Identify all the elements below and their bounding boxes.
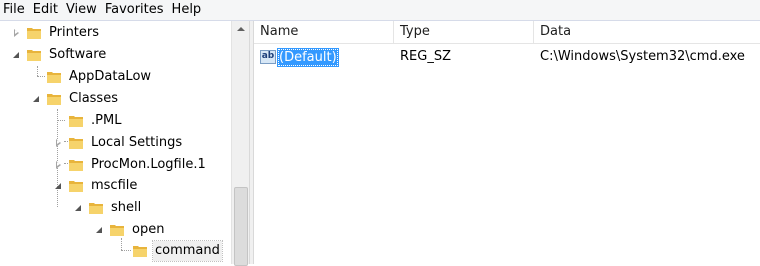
column-header-name[interactable]: Name (254, 21, 394, 43)
tree-node-pml[interactable]: .PML (68, 110, 123, 131)
tree-node-label: open (132, 221, 165, 237)
collapse-arrow-icon[interactable] (12, 50, 22, 60)
folder-icon (110, 224, 124, 236)
tree-guide (37, 76, 45, 77)
tree-node-printers[interactable]: Printers (12, 22, 101, 43)
column-header-data[interactable]: Data (534, 21, 760, 43)
expand-arrow-icon[interactable] (54, 138, 64, 148)
values-list[interactable]: Name Type Data ab (Default) REG_SZ C:\Wi… (254, 21, 760, 264)
tree-node-label: Software (49, 46, 107, 62)
collapse-arrow-icon[interactable] (54, 181, 64, 191)
tree-node-appdatalow[interactable]: AppDataLow (46, 66, 153, 87)
tree-node-label: Classes (69, 90, 118, 106)
tree-node-shell[interactable]: shell (74, 197, 143, 218)
tree-node-open[interactable]: open (95, 219, 166, 240)
tree-node-mscfile[interactable]: mscfile (54, 175, 139, 196)
tree-node-classes[interactable]: Classes (32, 88, 120, 109)
folder-icon (69, 137, 83, 149)
folder-icon (133, 245, 147, 257)
tree-node-label: mscfile (91, 177, 138, 193)
menu-edit[interactable]: Edit (29, 0, 62, 20)
tree-node-label: Printers (49, 24, 100, 40)
tree-node-local-settings[interactable]: Local Settings (54, 132, 184, 153)
value-type-cell: REG_SZ (400, 49, 451, 64)
tree-node-command[interactable]: command (132, 239, 223, 262)
folder-icon (47, 71, 61, 83)
folder-icon (27, 27, 41, 39)
value-data-cell: C:\Windows\System32\cmd.exe (540, 49, 745, 64)
tree-node-procmon-logfile[interactable]: ProcMon.Logfile.1 (54, 154, 208, 175)
expand-arrow-icon[interactable] (54, 160, 64, 170)
collapse-arrow-icon[interactable] (95, 225, 105, 235)
reg-string-icon: ab (260, 50, 276, 64)
scrollbar-thumb[interactable] (234, 187, 248, 266)
collapse-arrow-icon[interactable] (32, 94, 42, 104)
folder-icon (47, 93, 61, 105)
collapse-arrow-icon[interactable] (74, 203, 84, 213)
tree-guide (37, 66, 38, 76)
tree-node-label: Local Settings (91, 134, 183, 150)
tree-node-label: command (152, 239, 223, 262)
column-header-type[interactable]: Type (394, 21, 534, 43)
tree-node-label: AppDataLow (69, 68, 152, 84)
scroll-up-arrow-icon[interactable] (232, 21, 249, 38)
menu-bar: File Edit View Favorites Help (0, 0, 760, 21)
folder-icon (27, 49, 41, 61)
tree-guide (121, 250, 131, 251)
tree-node-software[interactable]: Software (12, 44, 108, 65)
tree-guide (57, 120, 65, 121)
value-name-cell[interactable]: (Default) (277, 48, 339, 67)
folder-icon (69, 159, 83, 171)
tree-scrollbar[interactable] (231, 21, 249, 266)
folder-icon (89, 202, 103, 214)
menu-help[interactable]: Help (168, 0, 206, 20)
folder-icon (69, 180, 83, 192)
expand-arrow-icon[interactable] (12, 28, 22, 38)
tree-node-label: ProcMon.Logfile.1 (91, 156, 206, 172)
menu-favorites[interactable]: Favorites (101, 0, 168, 20)
menu-file[interactable]: File (0, 0, 29, 20)
menu-view[interactable]: View (62, 0, 101, 20)
registry-tree[interactable]: Printers Software AppDataLow Classes .PM… (0, 21, 249, 264)
tree-node-label: shell (111, 199, 142, 215)
folder-icon (69, 115, 83, 127)
tree-node-label: .PML (91, 112, 122, 128)
